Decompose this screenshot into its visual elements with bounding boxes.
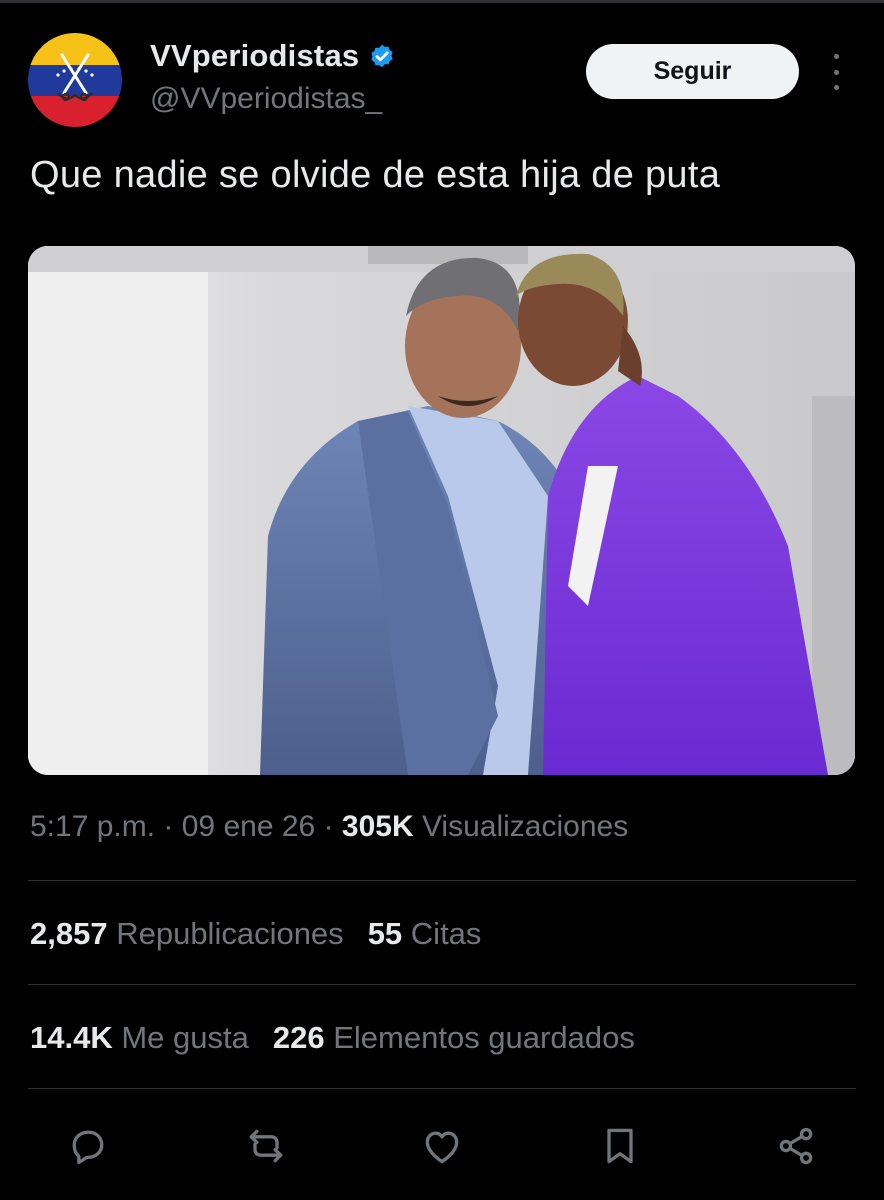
meta-separator: · <box>315 810 342 843</box>
more-options-icon[interactable] <box>824 54 848 90</box>
repost-icon[interactable] <box>242 1120 290 1172</box>
likes-stat[interactable]: 14.4K Me gusta <box>30 1020 249 1055</box>
tweet-date[interactable]: 09 ene 26 <box>182 810 315 843</box>
likes-label: Me gusta <box>121 1020 249 1055</box>
author-name[interactable]: VVperiodistas <box>150 38 359 74</box>
tweet-photo[interactable] <box>28 246 855 775</box>
tweet-time[interactable]: 5:17 p.m. <box>30 810 155 843</box>
bookmarks-label: Elementos guardados <box>333 1020 635 1055</box>
meta-separator: · <box>155 810 182 843</box>
bookmarks-count: 226 <box>272 1020 325 1055</box>
reposts-count: 2,857 <box>30 916 108 951</box>
tweet-action-bar <box>0 1120 884 1172</box>
views-count: 305K <box>341 810 414 843</box>
share-icon[interactable] <box>772 1120 820 1172</box>
reposts-stat[interactable]: 2,857 Republicaciones <box>30 916 344 951</box>
top-divider <box>0 0 884 3</box>
quotes-count: 55 <box>367 916 403 951</box>
reply-icon[interactable] <box>64 1120 112 1172</box>
quotes-label: Citas <box>410 916 482 951</box>
author-avatar[interactable] <box>28 33 122 127</box>
venezuela-flag-avatar-icon <box>28 33 122 127</box>
likes-count: 14.4K <box>30 1020 113 1055</box>
like-icon[interactable] <box>418 1120 466 1172</box>
divider <box>28 1088 856 1089</box>
reposts-label: Republicaciones <box>116 916 344 951</box>
bookmark-icon[interactable] <box>596 1120 644 1172</box>
reposts-quotes-row: 2,857 Republicaciones 55 Citas <box>30 916 481 952</box>
author-name-row[interactable]: VVperiodistas <box>150 38 397 74</box>
author-handle[interactable]: @VVperiodistas_ <box>150 82 382 116</box>
tweet-text: Que nadie se olvide de esta hija de puta <box>30 154 721 196</box>
quotes-stat[interactable]: 55 Citas <box>368 916 482 951</box>
tweet-meta: 5:17 p.m. · 09 ene 26 · 305K Visualizaci… <box>30 810 628 844</box>
photo-image <box>28 246 855 775</box>
divider <box>28 880 856 881</box>
tweet-detail-view: VVperiodistas @VVperiodistas_ Seguir Que… <box>0 0 884 1200</box>
divider <box>28 984 856 985</box>
bookmarks-stat[interactable]: 226 Elementos guardados <box>273 1020 635 1055</box>
follow-button[interactable]: Seguir <box>586 44 799 99</box>
verified-badge-icon <box>367 41 397 71</box>
likes-bookmarks-row: 14.4K Me gusta 226 Elementos guardados <box>30 1020 635 1056</box>
views-label: Visualizaciones <box>421 810 629 843</box>
